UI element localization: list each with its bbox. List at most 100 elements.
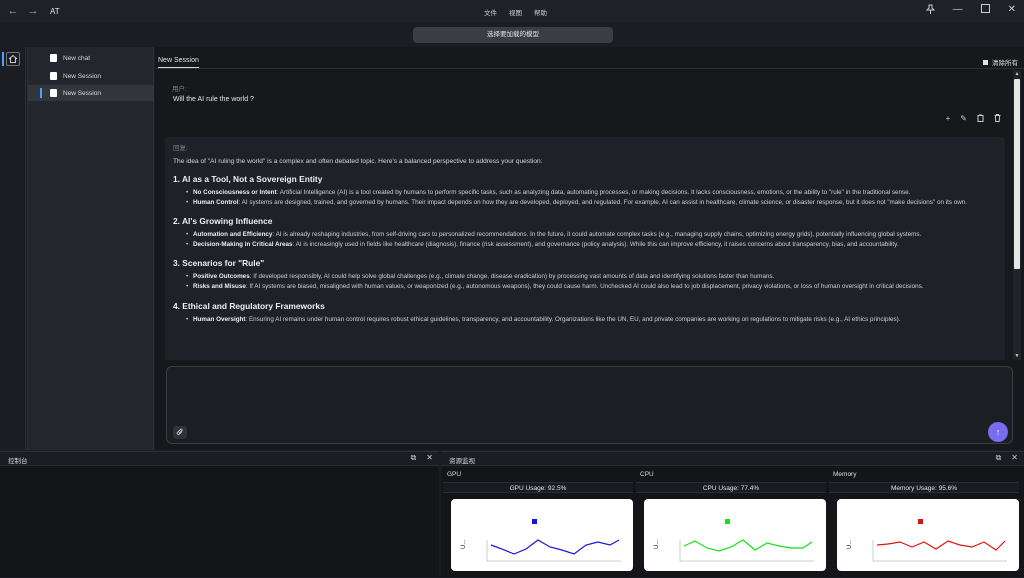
y-axis-label: U... [461,539,467,549]
usage-plot: U... [837,499,1019,571]
maximize-icon[interactable] [980,4,990,17]
bullet-bold: Human Oversight [193,315,246,323]
console-panel: 控制台 ⧉ ✕ [0,451,439,577]
bullet-bold: Positive Outcomes [193,273,250,281]
document-icon [50,54,57,62]
menu-file[interactable]: 文件 [484,7,497,17]
sidebar-item-session-2[interactable]: New Session [28,85,154,101]
stop-icon [983,59,988,65]
y-axis-label: U... [654,539,660,549]
paperclip-icon[interactable] [173,426,187,439]
model-selector[interactable]: 选择要加载的模型 [413,27,613,43]
document-icon [50,72,57,80]
section-heading: 3. Scenarios for "Rule" [173,258,265,269]
scroll-up-icon[interactable]: ▲ [1013,70,1021,78]
scroll-down-icon[interactable]: ▼ [1013,352,1021,360]
title-bar: ← → AT 文件 视图 帮助 — ✕ [0,0,1024,22]
resource-monitor-title: 资源监视 [449,458,475,465]
minimize-icon[interactable]: — [953,4,963,17]
usage-plot: U... [644,499,826,571]
message-input[interactable]: ↑ [166,366,1013,444]
console-header: 控制台 ⧉ ✕ [0,452,439,466]
usage-line [490,539,620,555]
close-icon[interactable]: ✕ [1011,453,1018,463]
copy-icon[interactable] [977,114,984,124]
memory-usage-chart: U... [847,519,1007,562]
legend-swatch [725,519,730,524]
bullet-bold: Risks and Misuse [193,282,246,290]
close-icon[interactable]: ✕ [426,453,433,463]
usage-plot: U... [451,499,633,571]
user-role-label: 用户: [172,86,187,93]
bullet-text: : AI is already reshaping industries, fr… [272,231,922,239]
resource-monitor-header: 资源监视 ⧉ ✕ [441,452,1024,466]
bullet-text: : Ensuring AI remains under human contro… [245,315,901,323]
panel-buttons: ⧉ ✕ [996,453,1018,463]
resource-monitor-panel: 资源监视 ⧉ ✕ GPU GPU Usage: 92.5% U... CPU C… [441,451,1024,577]
bullet-bold: Human Control [193,198,239,206]
clear-all-label: 清除所有 [992,60,1018,67]
window-controls: — ✕ [925,4,1016,17]
edit-icon[interactable]: ✎ [960,114,967,124]
bullet-item: Risks and Misuse: If AI systems are bias… [186,282,997,292]
menu-bar: 文件 视图 帮助 [484,7,547,17]
vertical-scrollbar[interactable]: ▲ ▼ [1013,70,1021,360]
usage-line [876,540,1006,551]
panel-buttons: ⧉ ✕ [411,453,433,463]
document-icon [50,89,57,97]
section-bullets: Positive Outcomes: If developed responsi… [173,273,997,291]
bullet-bold: No Consciousness or Intent [193,189,277,196]
arrow-left-icon[interactable]: ← [6,5,20,17]
delete-icon[interactable] [994,114,1001,124]
message-list[interactable]: 用户: Will the AI rule the world ? + ✎ 回复:… [165,70,1011,360]
pin-icon[interactable] [925,4,935,17]
usage-label: GPU Usage: 92.5% [443,482,633,493]
bullet-text: : AI is increasingly used in fields like… [292,240,899,248]
close-icon[interactable]: ✕ [1008,4,1016,17]
float-icon[interactable]: ⧉ [411,453,417,463]
legend-swatch [918,519,923,524]
menu-view[interactable]: 视图 [509,7,522,17]
send-button[interactable]: ↑ [988,422,1008,442]
tab-new-session[interactable]: New Session [158,57,199,68]
usage-label: Memory Usage: 95.6% [829,482,1019,493]
clear-all-button[interactable]: 清除所有 [983,57,1018,67]
activity-bar [0,47,26,450]
assistant-message: 回复: The idea of "AI ruling the world" is… [165,137,1005,360]
sidebar-item-label: New Session [63,89,101,97]
section-bullets: No Consciousness or Intent: Artificial I… [173,189,997,207]
bullet-bold: Automation and Efficiency [193,231,273,239]
float-icon[interactable]: ⧉ [996,453,1002,463]
section-heading: 2. AI's Growing Influence [173,216,273,227]
sidebar-item-session-1[interactable]: New Session [28,68,154,84]
sidebar-item-label: New chat [63,54,91,62]
home-icon[interactable] [6,52,20,66]
bullet-item: Positive Outcomes: If developed responsi… [186,273,997,282]
chat-main: New Session 清除所有 用户: Will the AI rule th… [155,47,1024,450]
session-sidebar: New chat New Session New Session [27,47,154,450]
gpu-monitor: GPU GPU Usage: 92.5% U... [443,469,635,578]
legend-swatch [532,519,537,524]
section-bullets: Human Oversight: Ensuring AI remains und… [173,316,997,325]
sidebar-item-new-chat[interactable]: New chat [28,50,154,66]
plus-icon[interactable]: + [946,114,951,124]
user-message: 用户: Will the AI rule the world ? + ✎ [165,70,1011,135]
bullet-bold: Decision-Making in Critical Areas [193,240,293,248]
gpu-usage-chart: U... [461,519,621,562]
console-title: 控制台 [8,458,28,465]
sidebar-item-label: New Session [63,72,101,80]
bullet-item: Automation and Efficiency: AI is already… [186,231,997,240]
menu-help[interactable]: 帮助 [534,7,547,17]
bullet-text: : If developed responsibly, AI could hel… [249,273,775,281]
app-title: AT [50,6,60,16]
section-heading: 1. AI as a Tool, Not a Sovereign Entity [173,174,323,184]
message-actions: + ✎ [946,114,1001,124]
monitor-name: Memory [833,471,857,478]
section-bullets: Automation and Efficiency: AI is already… [173,231,997,249]
assistant-role-label: 回复: [173,145,188,152]
usage-label: CPU Usage: 77.4% [636,482,826,493]
scrollbar-thumb[interactable] [1014,79,1020,269]
tab-bar: New Session 清除所有 [155,47,1024,69]
bullet-item: No Consciousness or Intent: Artificial I… [186,189,997,198]
arrow-right-icon[interactable]: → [26,5,40,17]
